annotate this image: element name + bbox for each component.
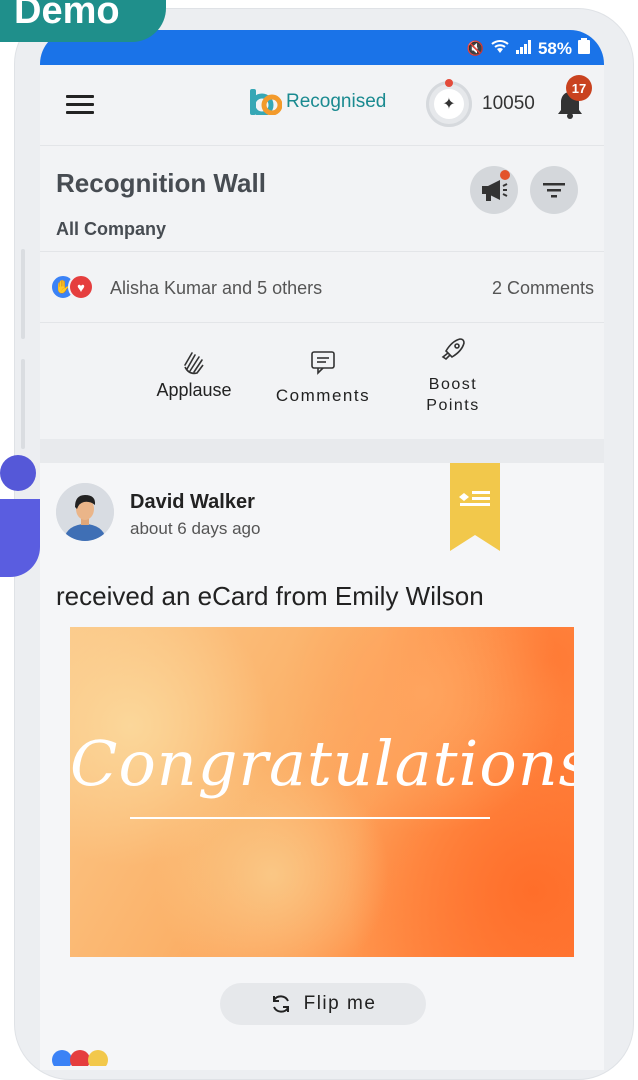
avatar[interactable]: [56, 483, 114, 541]
recognition-post: David Walker about 6 days ago received a…: [40, 463, 604, 1070]
battery-text: 58%: [537, 38, 572, 58]
points-ring: ✦: [426, 79, 472, 127]
status-icons: 🔇 58%: [467, 38, 590, 59]
post-text: received an eCard from Emily Wilson: [56, 581, 484, 611]
reactions-row[interactable]: ✋ ♥ Alisha Kumar and 5 others 2 Comments: [40, 252, 604, 323]
ecard-ribbon-icon: [450, 463, 500, 551]
app-logo[interactable]: Recognised: [248, 89, 386, 115]
boost-label-line2: Points: [426, 397, 480, 414]
ecard-underline: [130, 817, 490, 819]
power-button: [21, 359, 25, 449]
reaction-summary[interactable]: Alisha Kumar and 5 others: [110, 278, 322, 299]
announce-button[interactable]: [470, 166, 518, 214]
boost-points-button[interactable]: Boost Points: [410, 337, 496, 416]
demo-badge: Demo: [0, 0, 166, 42]
next-post-reactions: [50, 1046, 120, 1071]
mute-icon: 🔇: [466, 40, 484, 56]
comment-count[interactable]: 2 Comments: [492, 278, 594, 299]
menu-icon[interactable]: [66, 95, 94, 115]
wifi-icon: [490, 39, 510, 58]
comments-button[interactable]: Comments: [268, 349, 378, 406]
volume-button: [21, 249, 25, 339]
ecard-text: Congratulations: [70, 727, 574, 800]
logo-text: Recognised: [286, 91, 387, 112]
refresh-icon: [272, 995, 289, 1013]
notification-badge: 17: [566, 75, 592, 101]
boost-label-line1: Boost: [428, 376, 478, 393]
points-widget[interactable]: ✦ 10050: [426, 79, 535, 127]
flip-button[interactable]: Flip me: [220, 983, 426, 1025]
logo-mark-icon: [250, 89, 282, 115]
comments-label: Comments: [275, 386, 371, 405]
filter-button[interactable]: [530, 166, 578, 214]
signal-icon: [515, 39, 532, 59]
heart-reaction-icon: ♥: [68, 274, 94, 300]
rocket-icon: [441, 338, 465, 361]
post-author[interactable]: David Walker: [130, 491, 255, 514]
applause-label: Applause: [156, 380, 232, 400]
post-time: about 6 days ago: [130, 519, 261, 538]
page-title: Recognition Wall: [56, 168, 266, 198]
filter-label[interactable]: All Company: [56, 219, 166, 240]
clap-icon: [184, 352, 204, 375]
applause-button[interactable]: Applause: [146, 349, 242, 401]
app-bar: Recognised ✦ 10050 17: [40, 65, 604, 146]
battery-icon: [578, 38, 590, 59]
section-divider: [40, 439, 604, 463]
star-icon: ✦: [442, 96, 456, 113]
app-screen: 🔇 58% Recognised ✦ 10050 17 Recognition …: [40, 30, 604, 1070]
megaphone-icon: [482, 180, 508, 201]
filter-icon: [543, 183, 565, 198]
demo-badge-label: Demo: [14, 0, 120, 32]
flip-label: Flip me: [303, 993, 377, 1014]
assistant-widget[interactable]: [0, 455, 42, 577]
points-value: 10050: [482, 93, 535, 114]
ecard-image[interactable]: Congratulations: [70, 627, 574, 957]
post-actions: Applause Comments Boost Points: [40, 323, 604, 439]
wall-header: Recognition Wall All Company: [40, 146, 604, 252]
comment-icon: [311, 351, 335, 375]
